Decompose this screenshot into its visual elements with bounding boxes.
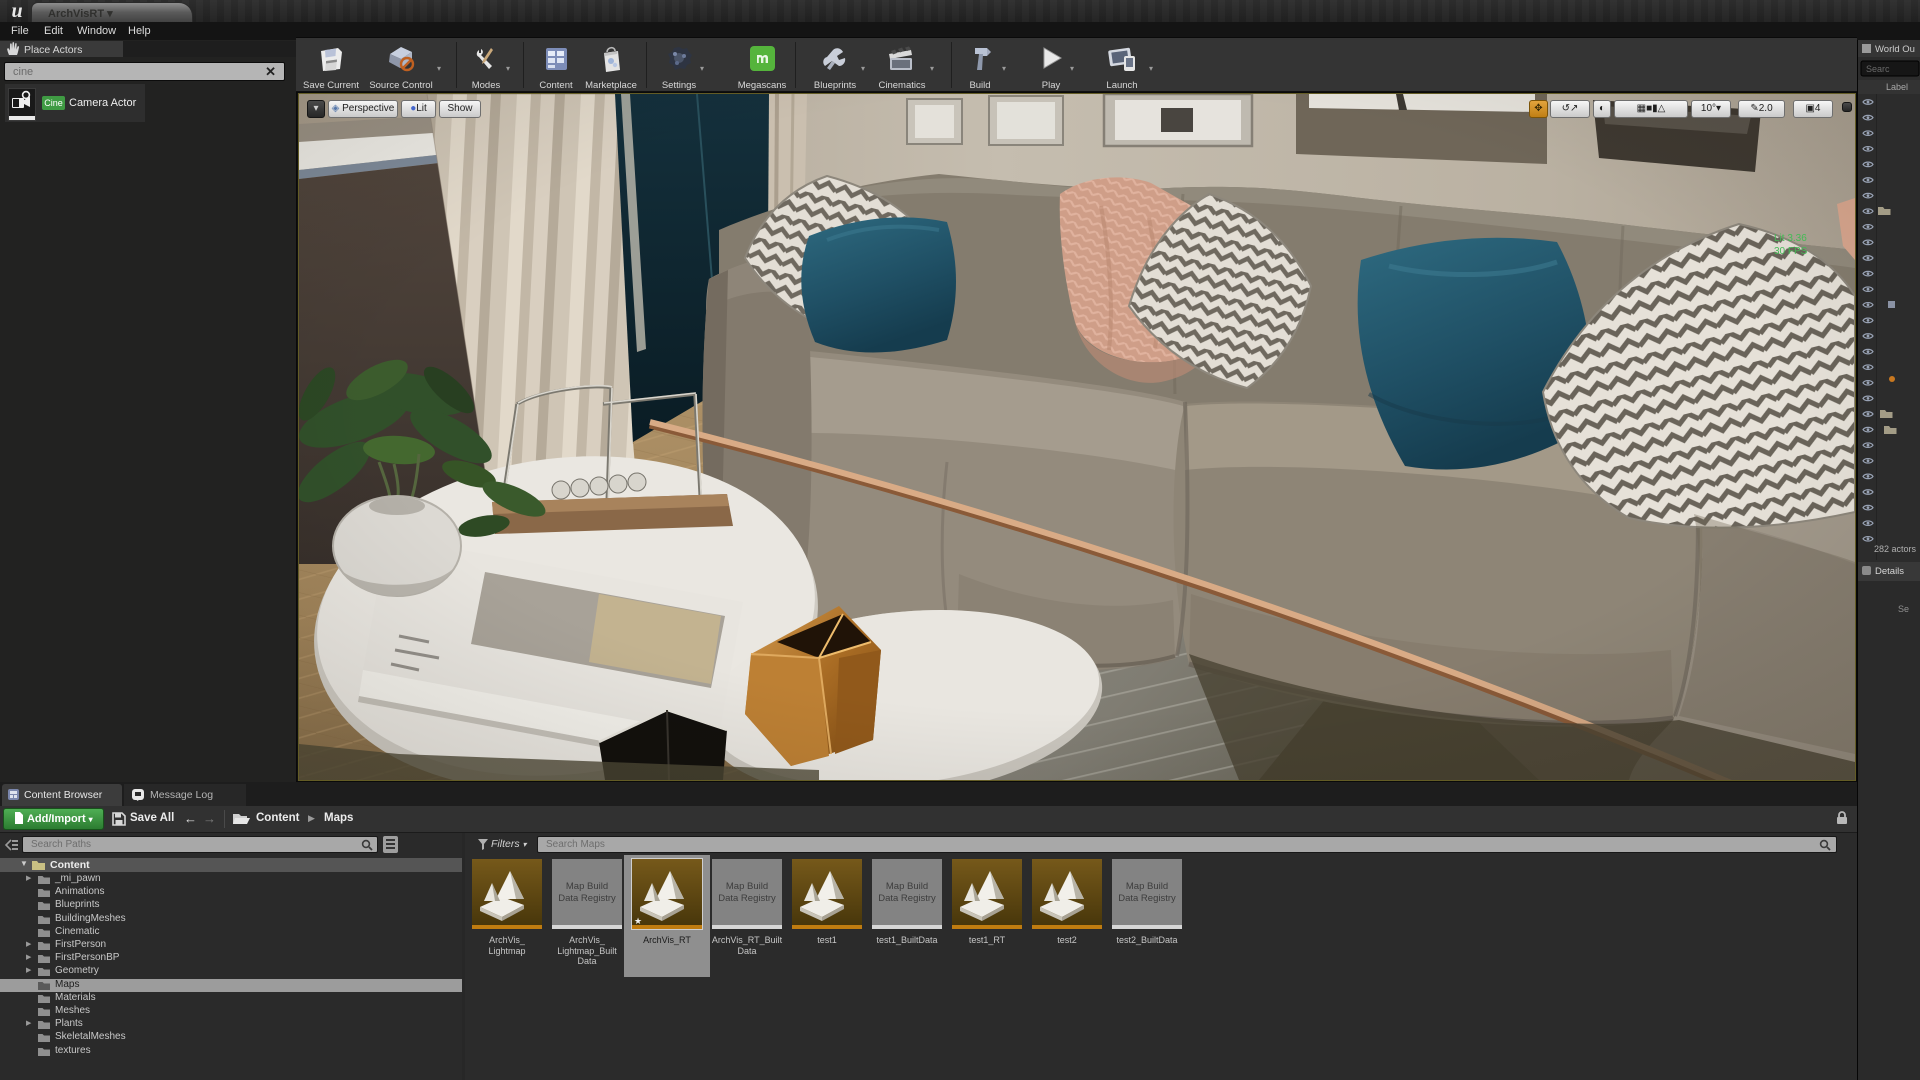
- svg-text:Map Build: Map Build: [726, 881, 768, 892]
- svg-text:World Ou: World Ou: [1875, 44, 1915, 55]
- svg-text:Data Registry: Data Registry: [878, 893, 936, 904]
- svg-text:Data Registry: Data Registry: [1118, 893, 1176, 904]
- svg-text:282 actors: 282 actors: [1874, 544, 1917, 554]
- svg-text:Se: Se: [1898, 604, 1909, 614]
- svg-text:Label: Label: [1886, 82, 1908, 92]
- svg-text:Details: Details: [1875, 566, 1904, 577]
- svg-text:Searc: Searc: [1866, 64, 1890, 74]
- svg-text:Map Build: Map Build: [886, 881, 928, 892]
- svg-text:Lit 3.36: Lit 3.36: [1774, 233, 1807, 244]
- svg-text:Data Registry: Data Registry: [558, 893, 616, 904]
- svg-text:Map Build: Map Build: [1126, 881, 1168, 892]
- svg-text:30 FPS: 30 FPS: [1774, 246, 1808, 257]
- svg-text:Data Registry: Data Registry: [718, 893, 776, 904]
- svg-text:Map Build: Map Build: [566, 881, 608, 892]
